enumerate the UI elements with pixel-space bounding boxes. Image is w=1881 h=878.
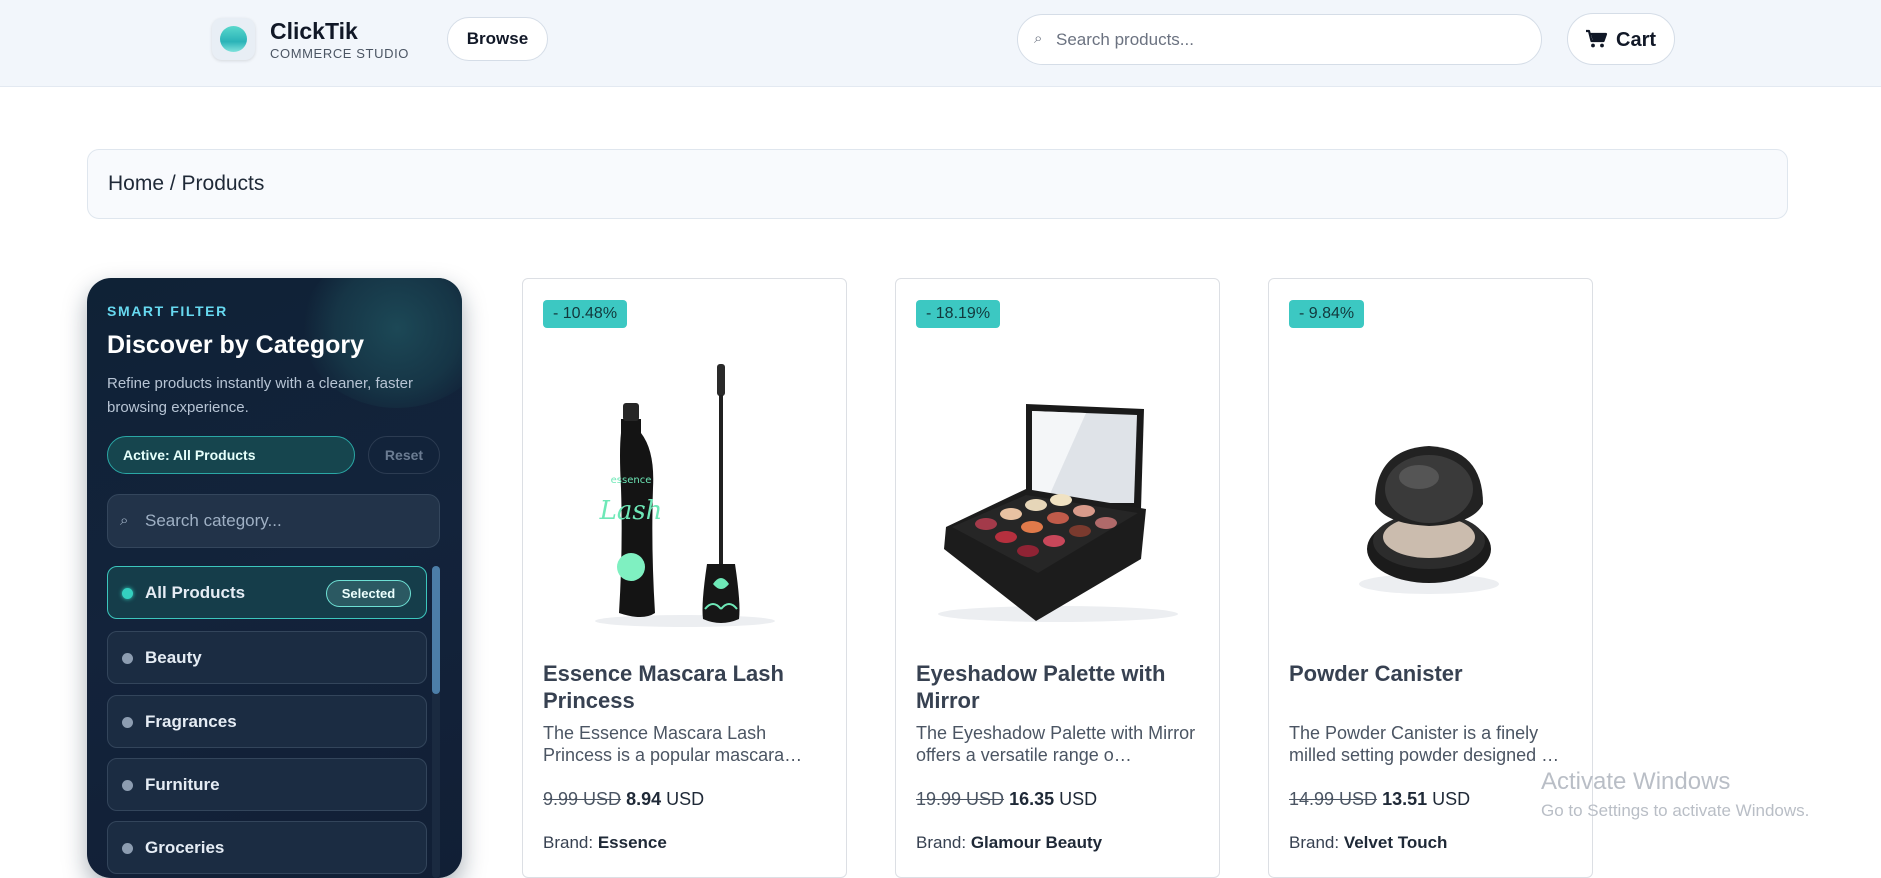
dot-icon (122, 843, 133, 854)
product-search-input[interactable]: ⌕ Search products... (1017, 14, 1542, 65)
product-search-placeholder: Search products... (1056, 30, 1194, 49)
product-price: 14.99 USD 13.51 USD (1289, 789, 1470, 810)
price-currency: USD (1059, 789, 1098, 809)
brand-name[interactable]: ClickTik (270, 18, 358, 45)
product-card[interactable]: - 18.19% Eyeshadow Palette with Mirror T… (895, 278, 1220, 878)
original-price: 14.99 USD (1289, 789, 1378, 809)
category-item-all-products[interactable]: All Products Selected (107, 566, 427, 619)
breadcrumb-text[interactable]: Home / Products (108, 172, 264, 196)
category-scrollbar-thumb[interactable] (432, 566, 440, 694)
brand-name-value: Glamour Beauty (970, 833, 1103, 852)
filter-description: Refine products instantly with a cleaner… (107, 375, 413, 416)
sale-price: 13.51 (1382, 789, 1428, 809)
product-description: The Eyeshadow Palette with Mirror offers… (916, 723, 1196, 765)
product-description: The Powder Canister is a finely milled s… (1289, 723, 1560, 765)
category-search-placeholder: Search category... (145, 511, 282, 530)
selected-badge: Selected (326, 580, 411, 607)
search-icon: ⌕ (1034, 30, 1043, 47)
product-title[interactable]: Powder Canister (1289, 660, 1579, 687)
sale-price: 8.94 (626, 789, 662, 809)
category-label: Fragrances (145, 712, 237, 731)
brand-name-value: Velvet Touch (1343, 833, 1448, 852)
filter-title: Discover by Category (107, 331, 365, 359)
product-title[interactable]: Essence Mascara Lash Princess (543, 660, 833, 714)
cart-icon (1586, 29, 1608, 48)
brand-name-value: Essence (597, 833, 667, 852)
active-dot-icon (122, 588, 133, 599)
brand-label: Brand: (1289, 833, 1340, 852)
product-brand: Brand: Velvet Touch (1289, 833, 1447, 853)
mascara-icon[interactable]: essence Lash (543, 359, 828, 629)
discount-badge: - 9.84% (1289, 300, 1365, 328)
category-item-fragrances[interactable]: Fragrances (107, 695, 427, 748)
svg-text:essence: essence (611, 475, 652, 486)
eyeshadow-palette-icon[interactable] (916, 359, 1201, 629)
cart-button[interactable]: Cart (1567, 13, 1675, 65)
original-price: 9.99 USD (543, 789, 622, 809)
price-currency: USD (666, 789, 705, 809)
active-filter-pill: Active: All Products (107, 436, 355, 474)
brand-label: Brand: (916, 833, 967, 852)
product-price: 19.99 USD 16.35 USD (916, 789, 1097, 810)
discount-badge: - 10.48% (543, 300, 628, 328)
price-currency: USD (1432, 789, 1471, 809)
category-item-groceries[interactable]: Groceries (107, 821, 427, 874)
active-filter-label: Active: All Products (123, 447, 256, 463)
brand-label: Brand: (543, 833, 594, 852)
sale-price: 16.35 (1009, 789, 1055, 809)
original-price: 19.99 USD (916, 789, 1005, 809)
category-label: All Products (145, 583, 246, 602)
powder-compact-icon[interactable] (1289, 359, 1574, 629)
category-item-beauty[interactable]: Beauty (107, 631, 427, 684)
category-search-input[interactable]: ⌕ Search category... (107, 494, 440, 548)
activation-watermark-subtitle: Go to Settings to activate Windows. (1541, 801, 1810, 820)
dot-icon (122, 653, 133, 664)
product-title[interactable]: Eyeshadow Palette with Mirror (916, 660, 1206, 714)
browse-button[interactable]: Browse (447, 17, 548, 61)
svg-text:Lash: Lash (599, 496, 663, 526)
product-price: 9.99 USD 8.94 USD (543, 789, 704, 810)
brand-subtitle: COMMERCE STUDIO (270, 46, 409, 61)
top-header: ClickTik COMMERCE STUDIO Browse ⌕ Search… (0, 0, 1881, 87)
filter-kicker: SMART FILTER (107, 303, 228, 319)
product-card[interactable]: - 10.48% essence Lash Essence Mascara La… (522, 278, 847, 878)
category-filter-panel: SMART FILTER Discover by Category Refine… (87, 278, 462, 878)
discount-badge: - 18.19% (916, 300, 1001, 328)
search-icon: ⌕ (120, 512, 129, 529)
reset-button[interactable]: Reset (368, 436, 440, 474)
logo-orb-icon[interactable] (212, 18, 255, 60)
category-label: Furniture (145, 775, 220, 794)
category-label: Groceries (145, 838, 225, 857)
category-item-furniture[interactable]: Furniture (107, 758, 427, 811)
product-description: The Essence Mascara Lash Princess is a p… (543, 723, 803, 765)
cart-label: Cart (1616, 29, 1657, 51)
activation-watermark-title: Activate Windows (1541, 768, 1731, 795)
product-brand: Brand: Glamour Beauty (916, 833, 1102, 853)
category-label: Beauty (145, 648, 202, 667)
breadcrumb: Home / Products (87, 149, 1788, 219)
product-brand: Brand: Essence (543, 833, 667, 853)
dot-icon (122, 717, 133, 728)
dot-icon (122, 780, 133, 791)
